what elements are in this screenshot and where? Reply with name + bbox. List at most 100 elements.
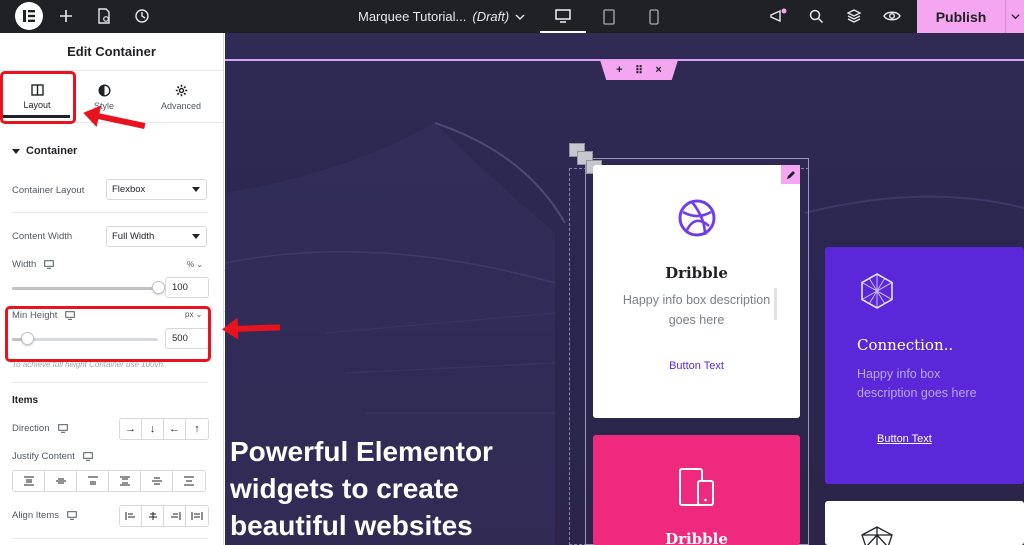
align-start-icon[interactable]	[120, 506, 142, 526]
width-unit: %	[187, 260, 195, 269]
info-box-title: Dribble	[665, 530, 728, 545]
half-circle-icon	[97, 83, 111, 97]
info-box-description-line: goes here	[668, 313, 725, 327]
publish-button[interactable]: Publish	[917, 0, 1005, 33]
content-width-value: Full Width	[112, 231, 155, 242]
container-layout-select[interactable]: Flexbox	[106, 179, 207, 200]
content-width-select[interactable]: Full Width	[106, 226, 207, 247]
align-items-label: Align Items	[12, 510, 59, 521]
notifications-icon[interactable]	[766, 4, 790, 28]
scrollbar[interactable]	[774, 288, 777, 320]
section-items-title: Items	[12, 395, 39, 406]
chevron-down-icon	[1010, 14, 1020, 20]
direction-button-group: → ↓ ← ↑	[119, 418, 209, 440]
close-icon[interactable]: ×	[655, 64, 661, 76]
hero-heading-line: beautiful websites	[230, 510, 473, 541]
info-box-card[interactable]: Dribble	[593, 435, 800, 545]
divider	[12, 538, 208, 539]
justify-center-icon[interactable]	[45, 471, 77, 491]
direction-row-reverse-button[interactable]: ←	[164, 419, 186, 439]
editor-canvas[interactable]: + ⠿ × Dribble Happy info box description…	[225, 33, 1024, 545]
align-items-button-group	[119, 505, 209, 527]
preview-eye-icon[interactable]	[880, 4, 904, 28]
justify-space-evenly-icon[interactable]	[173, 471, 205, 491]
align-center-icon[interactable]	[142, 506, 164, 526]
align-stretch-icon[interactable]	[186, 506, 208, 526]
container-handle[interactable]: + ⠿ ×	[600, 60, 678, 80]
elementor-logo-icon[interactable]	[15, 2, 43, 30]
align-end-icon[interactable]	[164, 506, 186, 526]
direction-column-button[interactable]: ↓	[142, 419, 164, 439]
tablet-icon	[603, 8, 615, 25]
content-width-label: Content Width	[12, 231, 73, 242]
info-box-title: Dribble	[665, 264, 728, 282]
document-status: (Draft)	[472, 9, 510, 24]
top-bar: Marquee Tutorial... (Draft) Publish	[0, 0, 1024, 33]
width-slider[interactable]	[12, 287, 158, 290]
panel-title: Edit Container	[0, 33, 223, 71]
align-items-label-row: Align Items	[12, 510, 77, 521]
info-box-card[interactable]: Dribble Happy info box description goes …	[593, 165, 800, 418]
drag-handle-icon[interactable]: ⠿	[635, 64, 643, 77]
edit-widget-icon[interactable]	[781, 165, 800, 184]
justify-content-label: Justify Content	[12, 451, 75, 462]
desktop-icon	[57, 424, 68, 433]
mobile-view-button[interactable]	[631, 0, 677, 33]
divider	[12, 382, 208, 383]
annotation-highlight-min-height	[5, 306, 211, 362]
justify-space-between-icon[interactable]	[109, 471, 141, 491]
chevron-down-icon	[515, 14, 525, 20]
page-settings-icon[interactable]	[92, 4, 116, 28]
tab-advanced[interactable]: Advanced	[144, 71, 218, 123]
info-box-description-line: Happy info box	[857, 367, 941, 381]
justify-start-icon[interactable]	[13, 471, 45, 491]
info-box-button[interactable]: Button Text	[593, 360, 800, 372]
container-layout-label: Container Layout	[12, 185, 85, 196]
width-unit-selector[interactable]: % ⌄	[187, 260, 203, 269]
hero-heading-line: widgets to create	[230, 473, 459, 504]
info-box-button[interactable]: Button Text	[877, 433, 932, 445]
container-layout-value: Flexbox	[112, 184, 146, 195]
history-icon[interactable]	[130, 4, 154, 28]
desktop-icon	[83, 452, 93, 461]
desktop-icon	[44, 260, 55, 269]
hero-heading: Powerful Elementor widgets to create bea…	[230, 433, 493, 544]
add-element-icon[interactable]	[54, 4, 78, 28]
caret-down-icon	[192, 187, 200, 192]
caret-down-icon	[12, 148, 20, 154]
section-container-header[interactable]: Container	[12, 145, 77, 157]
info-box-description-line: description goes here	[857, 386, 977, 400]
justify-end-icon[interactable]	[77, 471, 109, 491]
publish-options-button[interactable]	[1005, 0, 1024, 33]
info-box-card[interactable]	[825, 501, 1024, 545]
width-label-row: Width	[12, 259, 55, 270]
structure-layers-icon[interactable]	[842, 4, 866, 28]
width-slider-thumb[interactable]	[152, 281, 165, 294]
document-title[interactable]: Marquee Tutorial... (Draft)	[358, 0, 525, 33]
hexagon-network-icon	[861, 273, 893, 309]
divider	[12, 212, 208, 213]
justify-space-around-icon[interactable]	[141, 471, 173, 491]
section-container-title: Container	[26, 145, 78, 157]
direction-row-button[interactable]: →	[120, 419, 142, 439]
desktop-view-button[interactable]	[540, 0, 586, 33]
search-icon[interactable]	[804, 4, 828, 28]
info-box-card[interactable]: Connection.. Happy info box description …	[825, 247, 1024, 484]
polyhedron-icon	[861, 526, 893, 545]
devices-icon	[679, 468, 714, 506]
desktop-icon	[67, 511, 77, 520]
direction-column-reverse-button[interactable]: ↑	[186, 419, 208, 439]
document-name: Marquee Tutorial...	[358, 9, 467, 24]
width-input[interactable]: 100	[165, 277, 209, 298]
hero-heading-line: Powerful Elementor	[230, 436, 493, 467]
width-slider-fill	[12, 287, 158, 290]
add-icon[interactable]: +	[616, 64, 622, 76]
mobile-icon	[649, 8, 659, 25]
tab-advanced-label: Advanced	[160, 100, 202, 111]
tablet-view-button[interactable]	[586, 0, 632, 33]
caret-down-icon	[192, 234, 200, 239]
annotation-highlight-layout-tab	[0, 71, 76, 124]
info-box-title: Connection..	[857, 336, 954, 354]
width-label: Width	[12, 259, 37, 270]
info-box-description-line: Happy info box description	[622, 293, 771, 307]
